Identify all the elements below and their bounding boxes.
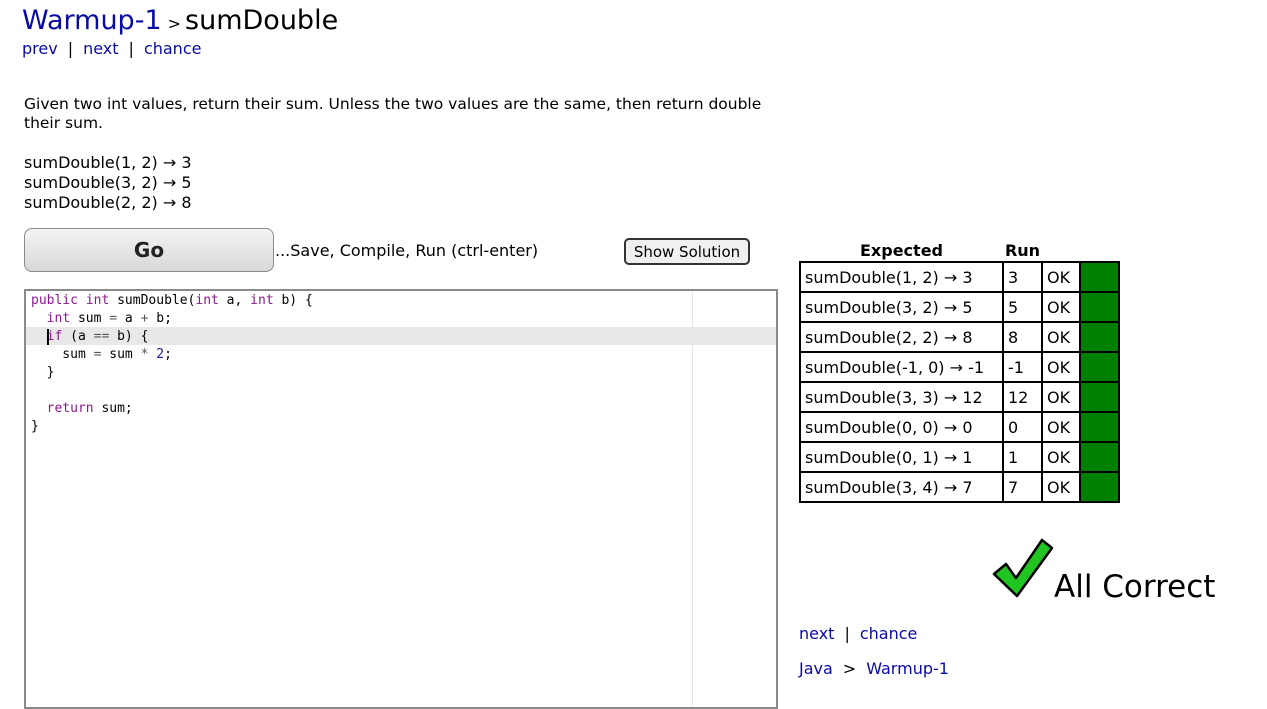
result-run: 12 xyxy=(1002,381,1043,413)
result-status: OK xyxy=(1041,471,1081,503)
code-line[interactable]: sum = sum * 2; xyxy=(31,347,172,362)
result-run: 3 xyxy=(1002,261,1043,293)
result-expected: sumDouble(3, 2) → 5 xyxy=(799,291,1004,323)
next-link[interactable]: next xyxy=(83,39,118,58)
example-item: sumDouble(2, 2) → 8 xyxy=(24,193,192,212)
go-button[interactable]: Go xyxy=(24,228,274,272)
result-run: -1 xyxy=(1002,351,1043,383)
result-row: sumDouble(0, 1) → 1 1 OK xyxy=(799,441,1120,473)
nav-separator: | xyxy=(844,624,850,643)
example-item: sumDouble(3, 2) → 5 xyxy=(24,173,192,192)
result-row: sumDouble(3, 4) → 7 7 OK xyxy=(799,471,1120,503)
page-title: Warmup-1 > sumDouble xyxy=(22,5,338,36)
nav-top: prev | next | chance xyxy=(22,39,201,58)
result-row: sumDouble(0, 0) → 0 0 OK xyxy=(799,411,1120,443)
result-run: 7 xyxy=(1002,471,1043,503)
result-expected: sumDouble(3, 3) → 12 xyxy=(799,381,1004,413)
problem-name: sumDouble xyxy=(185,5,339,36)
results-table: Expected Run sumDouble(1, 2) → 3 3 OK sumDo… xyxy=(799,240,1120,503)
code-line[interactable]: public int sumDouble(int a, int b) { xyxy=(31,293,313,308)
result-row: sumDouble(3, 3) → 12 12 OK xyxy=(799,381,1120,413)
examples-list: sumDouble(1, 2) → 3 sumDouble(3, 2) → 5 … xyxy=(24,153,192,213)
breadcrumb-section[interactable]: Warmup-1 xyxy=(866,659,949,678)
result-expected: sumDouble(2, 2) → 8 xyxy=(799,321,1004,353)
text-cursor xyxy=(47,329,49,345)
result-status: OK xyxy=(1041,441,1081,473)
result-run: 5 xyxy=(1002,291,1043,323)
result-status: OK xyxy=(1041,381,1081,413)
result-run: 1 xyxy=(1002,441,1043,473)
title-separator: > xyxy=(167,14,182,33)
all-correct-text: All Correct xyxy=(1054,569,1216,605)
result-status: OK xyxy=(1041,261,1081,293)
result-pass-indicator xyxy=(1079,411,1120,443)
result-pass-indicator xyxy=(1079,291,1120,323)
result-status: OK xyxy=(1041,321,1081,353)
go-hint: ...Save, Compile, Run (ctrl-enter) xyxy=(275,241,539,260)
nav-separator: | xyxy=(67,39,74,58)
code-line[interactable]: } xyxy=(31,419,39,434)
result-row: sumDouble(-1, 0) → -1 -1 OK xyxy=(799,351,1120,383)
code-editor[interactable]: public int sumDouble(int a, int b) { int… xyxy=(24,289,778,709)
show-solution-button[interactable]: Show Solution xyxy=(624,238,750,265)
result-row: sumDouble(1, 2) → 3 3 OK xyxy=(799,261,1120,293)
prev-link[interactable]: prev xyxy=(22,39,58,58)
nav-separator: | xyxy=(128,39,134,58)
breadcrumb: Java > Warmup-1 xyxy=(799,659,949,678)
chance-link[interactable]: chance xyxy=(144,39,202,58)
result-pass-indicator xyxy=(1079,381,1120,413)
code-content[interactable]: public int sumDouble(int a, int b) { int… xyxy=(31,292,313,436)
result-pass-indicator xyxy=(1079,471,1120,503)
next-link[interactable]: next xyxy=(799,624,834,643)
code-line[interactable]: } xyxy=(31,365,55,380)
result-status: OK xyxy=(1041,351,1081,383)
code-line[interactable]: int sum = a + b; xyxy=(31,311,172,326)
result-run: 8 xyxy=(1002,321,1043,353)
result-status: OK xyxy=(1041,291,1081,323)
result-run: 0 xyxy=(1002,411,1043,443)
result-expected: sumDouble(0, 1) → 1 xyxy=(799,441,1004,473)
run-header: Run xyxy=(1004,241,1041,260)
result-expected: sumDouble(3, 4) → 7 xyxy=(799,471,1004,503)
breadcrumb-separator: > xyxy=(842,659,857,678)
problem-description: Given two int values, return their sum. … xyxy=(24,95,762,132)
breadcrumb-java[interactable]: Java xyxy=(799,659,833,678)
green-checkmark-icon xyxy=(992,538,1054,598)
result-pass-indicator xyxy=(1079,441,1120,473)
editor-print-margin xyxy=(692,291,693,707)
result-pass-indicator xyxy=(1079,321,1120,353)
result-expected: sumDouble(1, 2) → 3 xyxy=(799,261,1004,293)
nav-bottom: next | chance xyxy=(799,624,917,643)
section-link[interactable]: Warmup-1 xyxy=(22,5,162,36)
result-row: sumDouble(3, 2) → 5 5 OK xyxy=(799,291,1120,323)
result-pass-indicator xyxy=(1079,351,1120,383)
result-status: OK xyxy=(1041,411,1081,443)
chance-link[interactable]: chance xyxy=(860,624,918,643)
result-pass-indicator xyxy=(1079,261,1120,293)
expected-header: Expected xyxy=(860,241,943,260)
code-line[interactable]: return sum; xyxy=(31,401,133,416)
result-expected: sumDouble(0, 0) → 0 xyxy=(799,411,1004,443)
example-item: sumDouble(1, 2) → 3 xyxy=(24,153,192,172)
result-expected: sumDouble(-1, 0) → -1 xyxy=(799,351,1004,383)
result-row: sumDouble(2, 2) → 8 8 OK xyxy=(799,321,1120,353)
